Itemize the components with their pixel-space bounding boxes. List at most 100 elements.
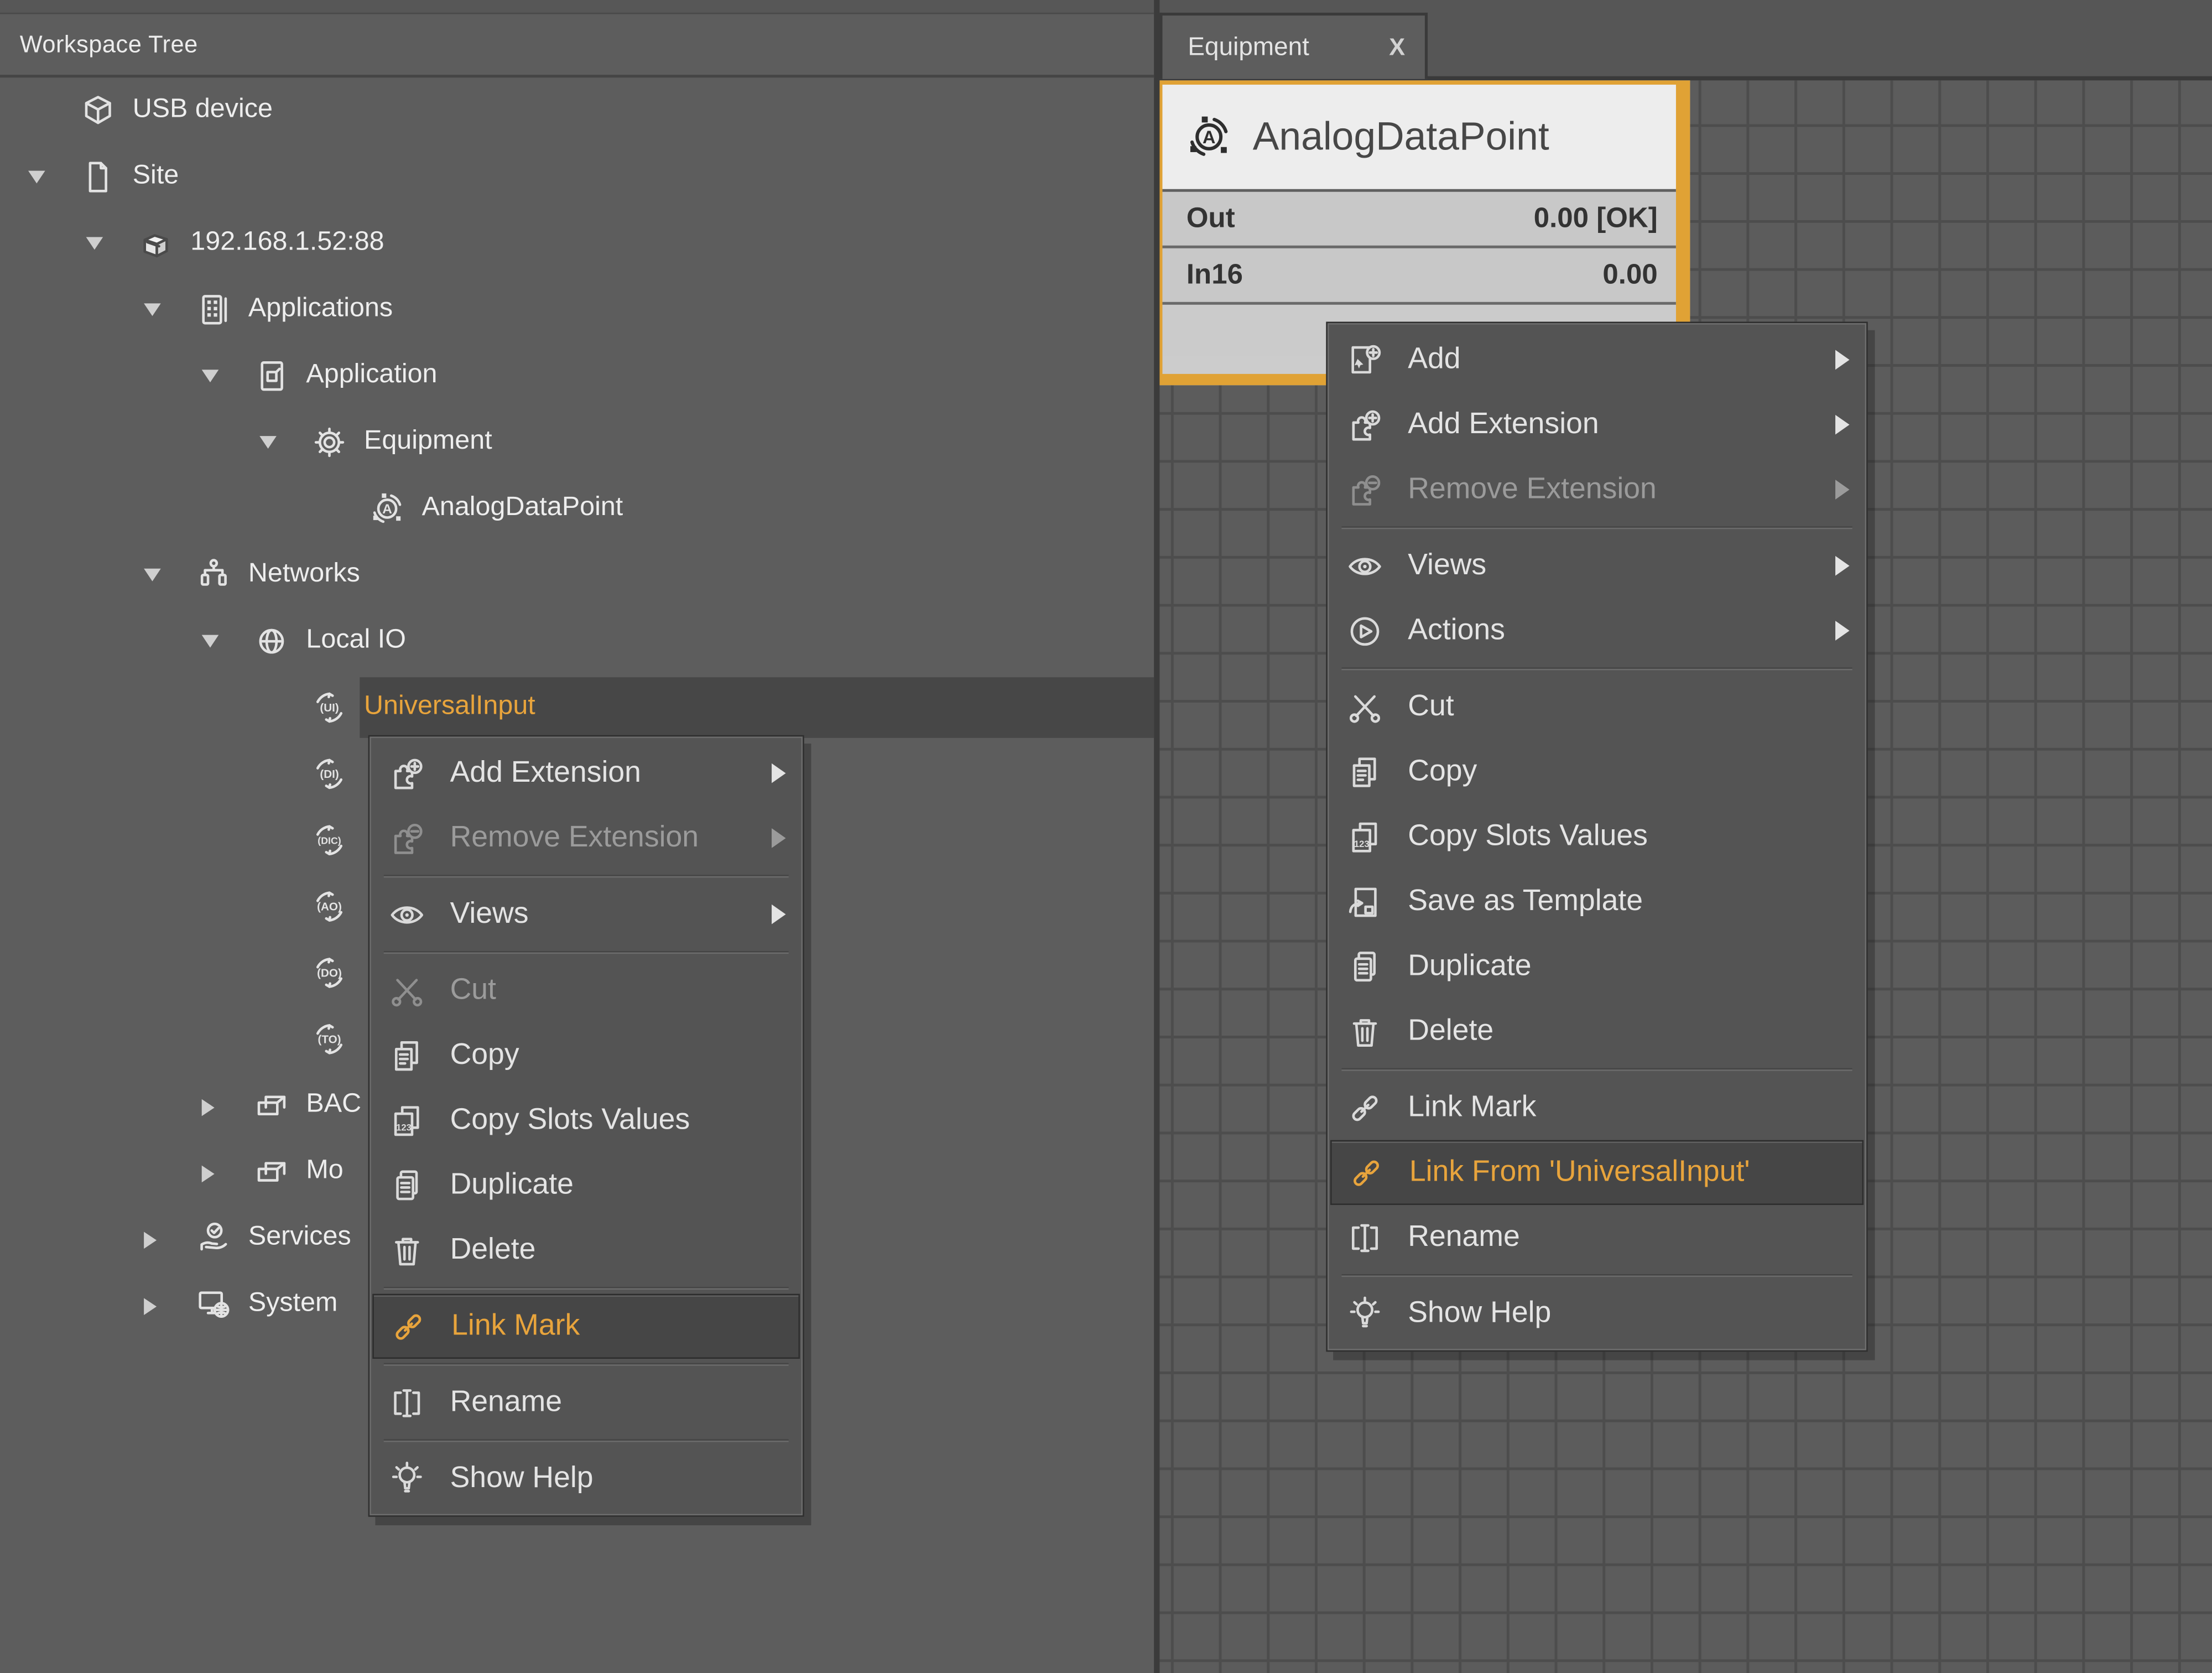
- menu-item-remove-extension[interactable]: Remove Extension: [1328, 457, 1866, 522]
- tree-item-equipment[interactable]: Equipment: [0, 409, 1154, 476]
- scissors-icon: [388, 971, 426, 1010]
- collapse-arrow-icon[interactable]: [202, 370, 219, 382]
- menu-item-rename[interactable]: Rename: [369, 1370, 803, 1435]
- collapse-arrow-icon[interactable]: [259, 436, 277, 449]
- menu-separator: [1341, 526, 1852, 529]
- submenu-arrow-icon: [1835, 415, 1850, 435]
- io-pill-icon: (DI): [310, 755, 348, 793]
- menu-item-delete[interactable]: Delete: [1328, 999, 1866, 1064]
- tree-item-analogdatapoint[interactable]: A AnalogDataPoint: [0, 475, 1154, 542]
- close-icon[interactable]: X: [1389, 33, 1405, 61]
- services-icon: [195, 1219, 233, 1258]
- block-title: AnalogDataPoint: [1253, 115, 1549, 160]
- menu-item-copy-slots-values[interactable]: 123Copy Slots Values: [1328, 804, 1866, 869]
- collapse-arrow-icon[interactable]: [86, 237, 103, 250]
- menu-item-remove-extension[interactable]: Remove Extension: [369, 806, 803, 870]
- tree-item-label: Services: [248, 1222, 351, 1253]
- save-template-icon: [1346, 882, 1384, 921]
- menu-item-add-extension[interactable]: Add Extension: [369, 741, 803, 806]
- menu-item-show-help[interactable]: Show Help: [369, 1446, 803, 1511]
- tree-item-applications[interactable]: Applications: [0, 277, 1154, 343]
- menu-item-save-as-template[interactable]: Save as Template: [1328, 869, 1866, 934]
- submenu-arrow-icon: [1835, 621, 1850, 641]
- menu-item-label: Copy Slots Values: [450, 1103, 690, 1137]
- document-icon: [79, 158, 117, 196]
- tree-item-label: BAC: [306, 1089, 361, 1120]
- tree-item-universalinput[interactable]: (UI)UniversalInput: [0, 674, 1154, 741]
- menu-item-actions[interactable]: Actions: [1328, 598, 1866, 663]
- menu-item-delete[interactable]: Delete: [369, 1218, 803, 1282]
- link-icon: [389, 1307, 428, 1345]
- expand-arrow-icon[interactable]: [202, 1099, 215, 1116]
- tree-item-usb-device[interactable]: USB device: [0, 77, 1154, 144]
- menu-item-link-from-universalinput[interactable]: Link From 'UniversalInput': [1330, 1140, 1864, 1205]
- menu-item-show-help[interactable]: Show Help: [1328, 1281, 1866, 1346]
- menu-item-views[interactable]: Views: [369, 882, 803, 947]
- submenu-arrow-icon: [1835, 480, 1850, 500]
- collapse-arrow-icon[interactable]: [144, 569, 161, 581]
- menu-item-add-extension[interactable]: Add Extension: [1328, 392, 1866, 457]
- tab-label: Equipment: [1188, 33, 1309, 63]
- menu-item-label: Copy Slots Values: [1408, 820, 1648, 854]
- copy-icon: [388, 1036, 426, 1074]
- collapse-arrow-icon[interactable]: [144, 303, 161, 316]
- block-header[interactable]: A AnalogDataPoint: [1163, 85, 1676, 192]
- menu-item-label: Link Mark: [451, 1310, 580, 1343]
- menu-item-label: Add: [1408, 343, 1460, 377]
- menu-item-cut[interactable]: Cut: [369, 958, 803, 1023]
- menu-item-label: Save as Template: [1408, 885, 1643, 918]
- menu-item-label: Add Extension: [1408, 408, 1599, 441]
- play-circle-icon: [1346, 612, 1384, 650]
- menu-item-label: Delete: [450, 1233, 536, 1267]
- expand-arrow-icon[interactable]: [144, 1298, 157, 1315]
- app-window: Workspace Tree USB deviceSite192.168.1.5…: [0, 0, 2212, 1673]
- menu-item-copy[interactable]: Copy: [1328, 739, 1866, 804]
- tree-item-label: USB device: [133, 95, 273, 126]
- menu-item-copy-slots-values[interactable]: 123Copy Slots Values: [369, 1088, 803, 1152]
- globe-icon: [253, 622, 291, 661]
- menu-item-label: Duplicate: [450, 1168, 574, 1202]
- menu-item-label: Views: [1408, 549, 1486, 583]
- collapse-arrow-icon[interactable]: [28, 171, 45, 184]
- tree-item-label: Site: [133, 161, 179, 192]
- menu-item-link-mark[interactable]: Link Mark: [372, 1294, 800, 1359]
- menu-item-label: Views: [450, 897, 529, 931]
- menu-item-copy[interactable]: Copy: [369, 1023, 803, 1088]
- menu-item-link-mark[interactable]: Link Mark: [1328, 1075, 1866, 1140]
- slot-row-out[interactable]: Out0.00 [OK]: [1163, 192, 1676, 248]
- menu-separator: [1341, 667, 1852, 670]
- panel-divider[interactable]: [1154, 0, 1159, 1673]
- block-slots: Out0.00 [OK]In160.00: [1163, 192, 1676, 305]
- tree-item-application[interactable]: Application: [0, 343, 1154, 409]
- tab-equipment[interactable]: Equipment X: [1159, 13, 1428, 79]
- menu-item-cut[interactable]: Cut: [1328, 674, 1866, 739]
- server-icon: [137, 225, 175, 263]
- tree-item-site[interactable]: Site: [0, 144, 1154, 210]
- tree-item-label: AnalogDataPoint: [422, 492, 623, 523]
- tree-item-label: Local IO: [306, 625, 405, 656]
- io-pill-icon: (AO): [310, 887, 348, 926]
- expand-arrow-icon[interactable]: [144, 1232, 157, 1249]
- tree-item-label: Equipment: [364, 426, 492, 457]
- tree-item-192-168-1-52-88[interactable]: 192.168.1.52:88: [0, 210, 1154, 277]
- menu-item-views[interactable]: Views: [1328, 533, 1866, 598]
- network-icon: [195, 556, 233, 594]
- io-pill-icon: (UI): [310, 689, 348, 727]
- scissors-icon: [1346, 688, 1384, 726]
- menu-item-duplicate[interactable]: Duplicate: [369, 1153, 803, 1218]
- menu-item-rename[interactable]: Rename: [1328, 1205, 1866, 1270]
- expand-arrow-icon[interactable]: [202, 1166, 215, 1183]
- menu-item-duplicate[interactable]: Duplicate: [1328, 934, 1866, 999]
- tree-item-local-io[interactable]: Local IO: [0, 608, 1154, 674]
- slot-name: In16: [1186, 259, 1243, 292]
- collapse-arrow-icon[interactable]: [202, 635, 219, 648]
- menu-item-add[interactable]: Add: [1328, 328, 1866, 392]
- slot-row-in16[interactable]: In160.00: [1163, 248, 1676, 305]
- analog-point-icon: A: [368, 490, 407, 528]
- stack-icon: [253, 1087, 291, 1125]
- menu-item-label: Cut: [1408, 690, 1454, 724]
- puzzle-minus-icon: [1346, 471, 1384, 509]
- eye-icon: [1346, 547, 1384, 585]
- menu-separator: [384, 1439, 789, 1442]
- tree-item-networks[interactable]: Networks: [0, 542, 1154, 608]
